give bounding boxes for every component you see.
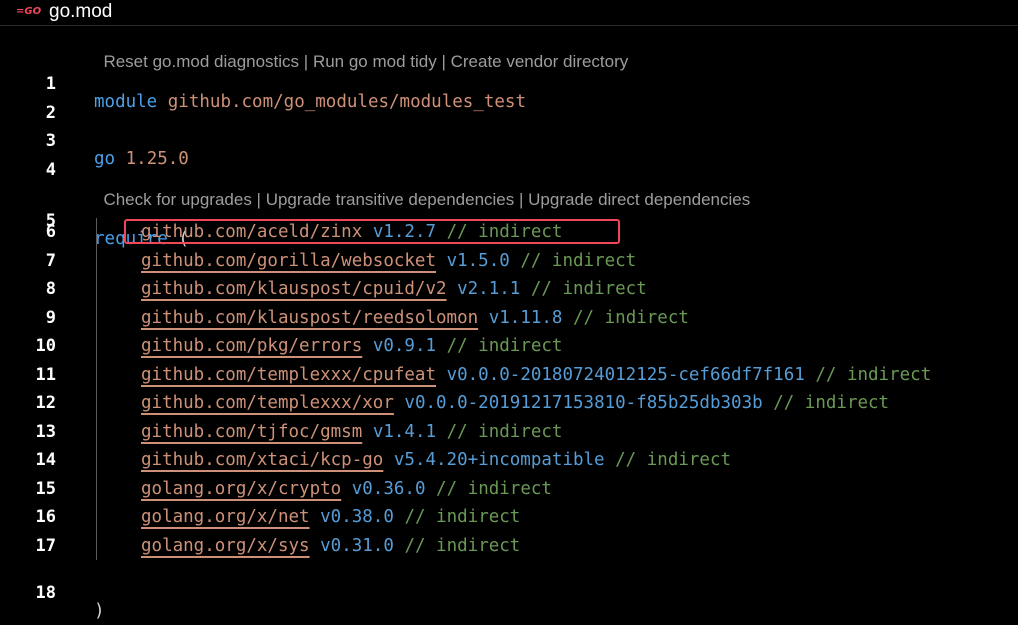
line-number: 4 [45, 160, 56, 180]
dependency-line[interactable]: 11 github.com/templexxx/cpufeat v0.0.0-20… [0, 361, 1018, 389]
dependency-path-link[interactable]: golang.org/x/crypto [141, 479, 341, 499]
dependency-path-link[interactable]: github.com/xtaci/kcp-go [141, 450, 383, 470]
indirect-comment: // indirect [573, 308, 689, 328]
dependency-path-link[interactable]: golang.org/x/sys [141, 536, 310, 556]
indirect-comment: // indirect [436, 479, 552, 499]
dependency-line[interactable]: 16 golang.org/x/net v0.38.0 // indirect [0, 503, 1018, 531]
line-number: 18 [35, 583, 56, 603]
dependency-version: v2.1.1 [457, 279, 521, 299]
code-text: github.com/templexxx/xor v0.0.0-20191217… [141, 389, 889, 417]
indirect-comment: // indirect [404, 507, 521, 527]
dependency-path-link[interactable]: golang.org/x/net [141, 507, 310, 527]
dependency-version: v0.36.0 [351, 479, 426, 499]
dependency-line[interactable]: 7 github.com/gorilla/websocket v1.5.0 // … [0, 247, 1018, 275]
line-number: 14 [35, 450, 56, 470]
indirect-comment: // indirect [773, 393, 890, 413]
codelens-module-actions: Reset go.mod diagnostics | Run go mod ti… [94, 29, 628, 71]
line-number: 11 [35, 365, 56, 385]
line-number: 7 [45, 251, 56, 271]
dependency-path-link[interactable]: github.com/klauspost/cpuid/v2 [141, 279, 447, 299]
line-number: 9 [45, 308, 56, 328]
indirect-comment: // indirect [446, 422, 563, 442]
line-number: 10 [35, 336, 56, 356]
code-text: github.com/klauspost/reedsolomon v1.11.8… [141, 304, 689, 332]
dependency-version: v1.5.0 [446, 251, 510, 271]
indirect-comment: // indirect [404, 536, 521, 556]
dependency-path-link[interactable]: github.com/templexxx/cpufeat [141, 365, 436, 385]
dependency-line[interactable]: 10 github.com/pkg/errors v0.9.1 // indire… [0, 332, 1018, 360]
line-number: 8 [45, 279, 56, 299]
go-file-icon: =GO [16, 6, 42, 17]
code-line[interactable]: 18 ) [0, 561, 1018, 621]
code-text: golang.org/x/crypto v0.36.0 // indirect [141, 475, 552, 503]
dependency-path-link[interactable]: github.com/pkg/errors [141, 336, 362, 356]
code-text: github.com/gorilla/websocket v1.5.0 // i… [141, 247, 636, 275]
dependency-line[interactable]: 12 github.com/templexxx/xor v0.0.0-201912… [0, 389, 1018, 417]
code-text: github.com/templexxx/cpufeat v0.0.0-2018… [141, 361, 931, 389]
line-number: 17 [35, 536, 56, 556]
highlight-box [124, 219, 620, 244]
code-line[interactable]: 3 go 1.25.0 [0, 109, 1018, 169]
code-text: golang.org/x/sys v0.31.0 // indirect [141, 532, 520, 560]
line-number: 13 [35, 422, 56, 442]
dependency-version: v0.38.0 [320, 507, 394, 527]
code-line[interactable]: 1 module github.com/go_modules/modules_t… [0, 52, 1018, 112]
editor-tab[interactable]: =GO go.mod [0, 0, 1018, 26]
indirect-comment: // indirect [530, 279, 647, 299]
code-text: github.com/pkg/errors v0.9.1 // indirect [141, 332, 562, 360]
indirect-comment: // indirect [615, 450, 732, 470]
code-line[interactable]: 2 [0, 81, 1018, 123]
code-text: github.com/tjfoc/gmsm v1.4.1 // indirect [141, 418, 562, 446]
dependency-version: v0.31.0 [320, 536, 394, 556]
dependency-line[interactable]: 8 github.com/klauspost/cpuid/v2 v2.1.1 //… [0, 275, 1018, 303]
line-number: 12 [35, 393, 56, 413]
code-text: github.com/klauspost/cpuid/v2 v2.1.1 // … [141, 275, 647, 303]
dependency-line[interactable]: 9 github.com/klauspost/reedsolomon v1.11.… [0, 304, 1018, 332]
codelens-require-actions: Check for upgrades | Upgrade transitive … [94, 167, 750, 209]
dependency-version: v0.0.0-20180724012125-cef66df7f161 [446, 365, 805, 385]
dependency-version: v1.11.8 [488, 308, 563, 328]
dependency-path-link[interactable]: github.com/klauspost/reedsolomon [141, 308, 478, 328]
code-line[interactable]: 5 require ( [0, 189, 1018, 249]
dependency-line[interactable]: 17 golang.org/x/sys v0.31.0 // indirect [0, 532, 1018, 560]
code-text: github.com/xtaci/kcp-go v5.4.20+incompat… [141, 446, 731, 474]
line-number: 16 [35, 507, 56, 527]
line-number: 15 [35, 479, 56, 499]
dependency-version: v0.0.0-20191217153810-f85b25db303b [404, 393, 763, 413]
dependency-version: v1.4.1 [372, 422, 437, 442]
dependency-version: v0.9.1 [372, 336, 437, 356]
close-paren: ) [94, 601, 105, 621]
indirect-comment: // indirect [520, 251, 637, 271]
code-text: ) [94, 597, 105, 625]
dependency-line[interactable]: 13 github.com/tjfoc/gmsm v1.4.1 // indire… [0, 418, 1018, 446]
line-number: 6 [45, 222, 56, 242]
dependency-path-link[interactable]: github.com/tjfoc/gmsm [141, 422, 362, 442]
dependency-line[interactable]: 14 github.com/xtaci/kcp-go v5.4.20+incomp… [0, 446, 1018, 474]
code-text: golang.org/x/net v0.38.0 // indirect [141, 503, 520, 531]
dependency-version: v5.4.20+incompatible [393, 450, 605, 470]
dependency-line[interactable]: 15 golang.org/x/crypto v0.36.0 // indirec… [0, 475, 1018, 503]
dependency-path-link[interactable]: github.com/gorilla/websocket [141, 251, 436, 271]
code-line[interactable]: 4 [0, 138, 1018, 180]
indirect-comment: // indirect [446, 336, 563, 356]
tab-title[interactable]: go.mod [49, 1, 112, 23]
dependency-path-link[interactable]: github.com/templexxx/xor [141, 393, 394, 413]
indirect-comment: // indirect [815, 365, 932, 385]
